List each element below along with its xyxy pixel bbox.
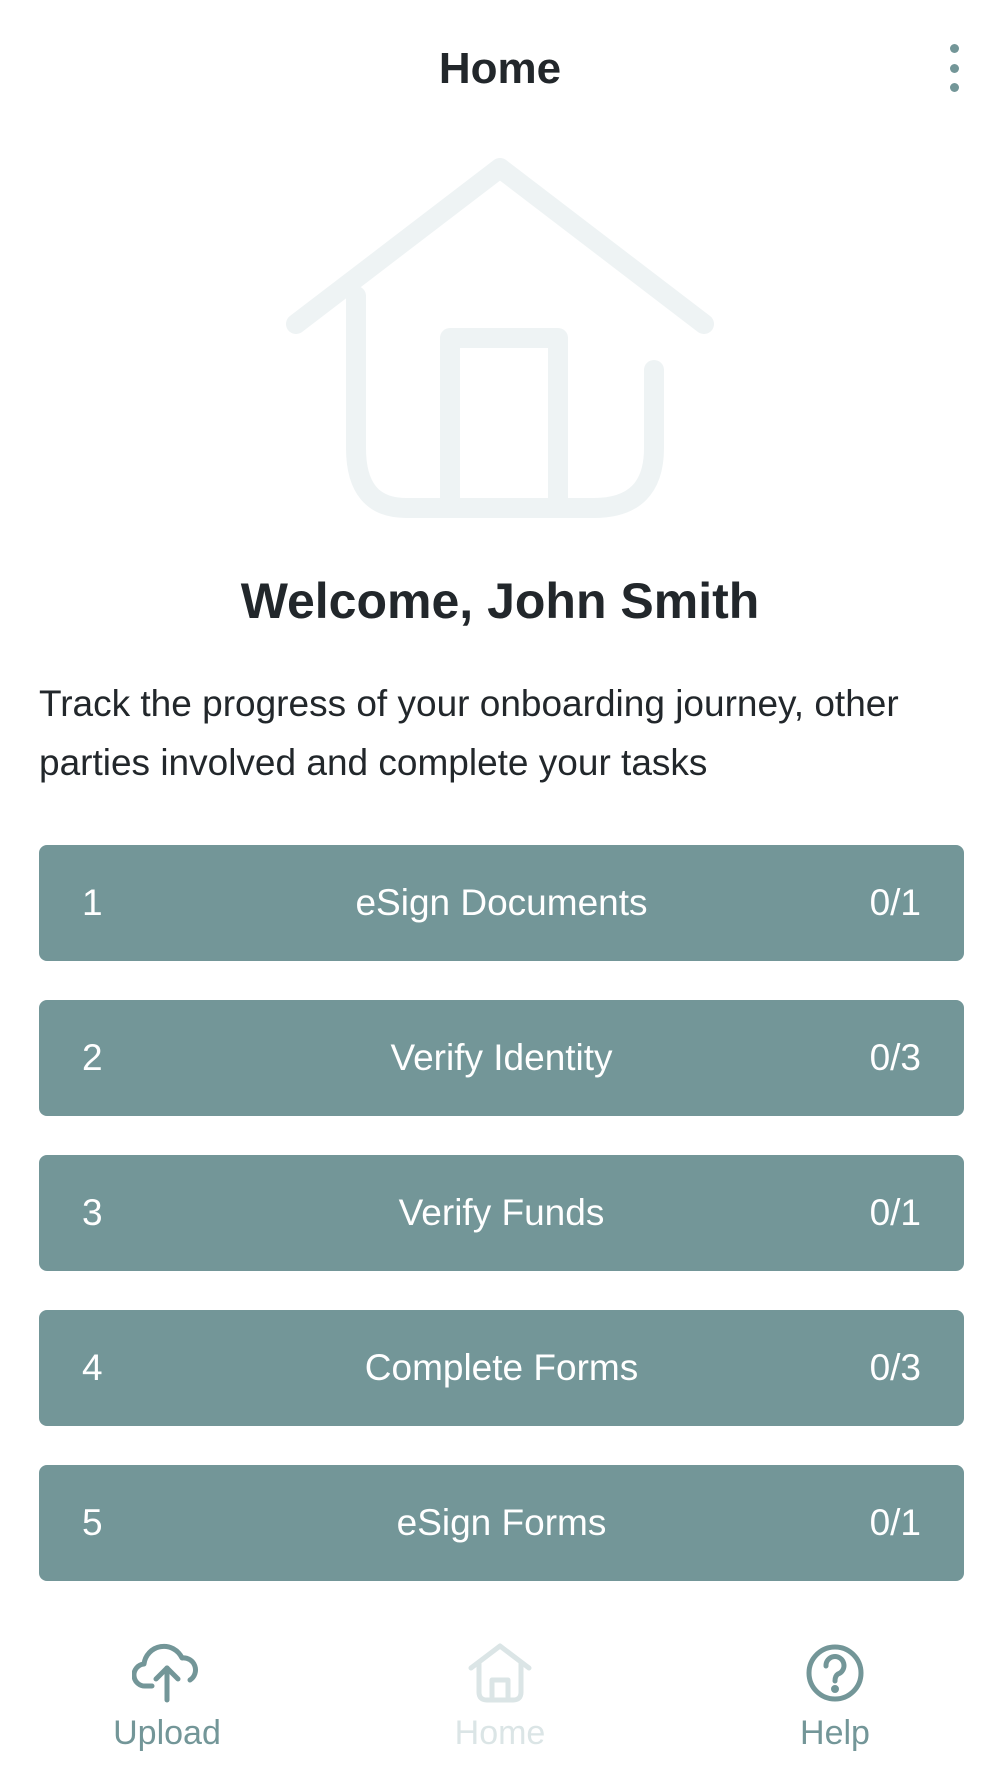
tab-upload[interactable]: Upload	[67, 1642, 267, 1772]
page-title: Home	[438, 44, 562, 93]
tab-help[interactable]: Help	[735, 1642, 935, 1772]
task-list: 1 eSign Documents 0/1 2 Verify Identity …	[39, 845, 964, 1620]
task-progress: 0/1	[869, 882, 921, 923]
tab-upload-label: Upload	[113, 1714, 221, 1752]
tab-home-label: Home	[454, 1714, 546, 1752]
task-progress: 0/3	[869, 1037, 921, 1078]
app-header: Home	[0, 0, 1000, 145]
more-vertical-icon	[949, 44, 959, 53]
task-label: eSign Documents	[355, 882, 648, 923]
task-label: Verify Identity	[390, 1037, 613, 1078]
task-esign-documents[interactable]: 1 eSign Documents 0/1	[39, 845, 964, 961]
task-progress: 0/1	[869, 1502, 921, 1543]
task-verify-identity[interactable]: 2 Verify Identity 0/3	[39, 1000, 964, 1116]
task-complete-forms[interactable]: 4 Complete Forms 0/3	[39, 1310, 964, 1426]
welcome-heading: Welcome, John Smith	[240, 573, 760, 629]
task-label: eSign Forms	[396, 1502, 607, 1543]
tab-home[interactable]: Home	[400, 1642, 600, 1772]
task-label: Complete Forms	[364, 1347, 639, 1388]
more-options-button[interactable]	[936, 40, 972, 96]
task-verify-funds[interactable]: 3 Verify Funds 0/1	[39, 1155, 964, 1271]
welcome-description: Track the progress of your onboarding jo…	[39, 683, 899, 783]
house-icon	[286, 158, 714, 518]
help-circle-icon	[806, 1644, 864, 1702]
task-esign-forms[interactable]: 5 eSign Forms 0/1	[39, 1465, 964, 1581]
bottom-tab-bar: Upload Home Help	[0, 1628, 1000, 1778]
home-screen: Home Welcome, John Smith Track the progr…	[0, 0, 1000, 1778]
task-progress: 0/3	[869, 1347, 921, 1388]
cloud-upload-icon	[132, 1643, 198, 1703]
tab-help-label: Help	[800, 1714, 870, 1752]
task-progress: 0/1	[869, 1192, 921, 1233]
home-icon	[468, 1643, 532, 1703]
task-label: Verify Funds	[398, 1192, 605, 1233]
